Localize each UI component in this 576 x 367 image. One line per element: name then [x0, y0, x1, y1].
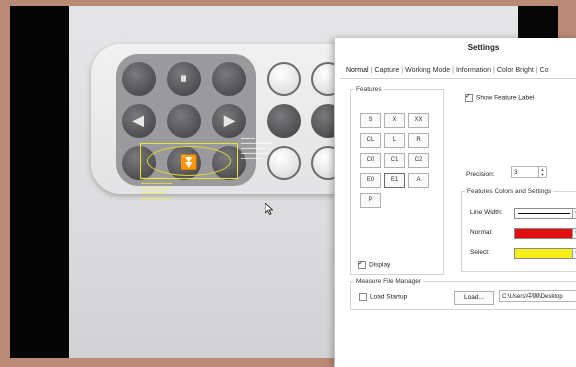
feature-button-cl[interactable]: CL — [360, 133, 381, 148]
feature-button-xx[interactable]: XX — [408, 113, 429, 128]
chevron-down-icon[interactable]: ▾ — [572, 228, 576, 239]
precision-label: Precision: — [466, 171, 495, 178]
path-input[interactable]: C:\Users\中国\Desktop — [499, 290, 576, 302]
features-colors-legend: Features Colors and Settings — [467, 188, 552, 195]
show-feature-label-text: Show Feature Label — [476, 94, 535, 102]
features-legend: Features — [356, 86, 382, 93]
select-color-label: Select: — [470, 249, 490, 256]
normal-color-label: Normal: — [470, 229, 493, 236]
tab-color-bright[interactable]: Color Bright — [497, 67, 534, 74]
tab-normal[interactable]: Normal — [346, 67, 369, 74]
tab-more[interactable]: Co — [540, 67, 549, 74]
tab-capture[interactable]: Capture — [374, 67, 399, 74]
feature-button-a[interactable]: A — [408, 173, 429, 188]
display-checkbox-row[interactable]: Display — [358, 259, 391, 269]
display-label: Display — [369, 261, 391, 269]
features-colors-group: Features Colors and Settings Line Width:… — [461, 188, 576, 272]
load-button[interactable]: Load... — [454, 291, 494, 305]
show-feature-label-checkbox[interactable] — [465, 92, 473, 102]
line-width-select[interactable]: ▾ — [514, 208, 576, 219]
tab-panel-border — [340, 78, 576, 79]
feature-button-x[interactable]: X — [384, 113, 405, 128]
show-feature-label-row[interactable]: Show Feature Label — [465, 92, 535, 102]
feature-button-e1[interactable]: E1 — [384, 173, 405, 188]
feature-button-l[interactable]: L — [384, 133, 405, 148]
normal-color-select[interactable]: ▾ — [514, 228, 576, 239]
feature-button-c2[interactable]: C2 — [408, 153, 429, 168]
measurement-label-white: ▔▔▔▔ ▔▔▔▔▔▔▔▔▔ ▔▔▔▔▔▔▔ ▔▔▔▔▔▔▔▔ ▔▔▔▔▔▔ — [241, 138, 273, 163]
feature-button-e0[interactable]: E0 — [360, 173, 381, 188]
spin-arrows-icon[interactable]: ▲ ▼ — [538, 167, 546, 177]
tab-information[interactable]: Information — [456, 67, 491, 74]
feature-button-p[interactable]: P — [360, 193, 381, 208]
mouse-pointer-icon — [265, 203, 273, 215]
load-startup-checkbox[interactable] — [359, 293, 367, 301]
load-startup-row[interactable]: Load Startup — [359, 293, 407, 301]
window-title: Settings — [467, 43, 500, 52]
feature-button-r[interactable]: R — [408, 133, 429, 148]
select-color-select[interactable]: ▾ — [514, 248, 576, 259]
measure-file-manager-legend: Measure File Manager — [356, 278, 422, 285]
settings-window: Settings Normal | Capture | Working Mode | Inf… — [334, 38, 576, 367]
features-group: Features S X XX CL L R C0 C1 C2 E0 E1 A … — [350, 86, 444, 275]
precision-value: 3 — [514, 169, 518, 176]
measurement-rectangle[interactable] — [140, 143, 238, 179]
measure-file-manager-group: Measure File Manager Load Startup Load..… — [350, 278, 576, 310]
precision-input[interactable]: 3 ▲ ▼ — [511, 166, 547, 178]
tab-working-mode[interactable]: Working Mode — [405, 67, 450, 74]
chevron-down-icon[interactable]: ▾ — [572, 248, 576, 259]
load-startup-label: Load Startup — [370, 293, 408, 301]
settings-tabs: Normal | Capture | Working Mode | Information |… — [346, 67, 549, 74]
viewport-left-border — [10, 6, 69, 358]
chevron-down-icon[interactable]: ▾ — [572, 208, 576, 219]
display-checkbox[interactable] — [358, 259, 366, 269]
line-width-label: Line Width: — [470, 209, 503, 216]
measurement-label-yellow: ▔▔▔▔▔▔▔ ▔▔▔▔▔▔▔▔▔ ▔▔▔▔▔▔▔▔ ▔▔▔▔▔▔▔ ▔▔▔▔▔▔▔▔▔ — [141, 178, 173, 203]
feature-button-s[interactable]: S — [360, 113, 381, 128]
feature-button-c1[interactable]: C1 — [384, 153, 405, 168]
feature-button-c0[interactable]: C0 — [360, 153, 381, 168]
